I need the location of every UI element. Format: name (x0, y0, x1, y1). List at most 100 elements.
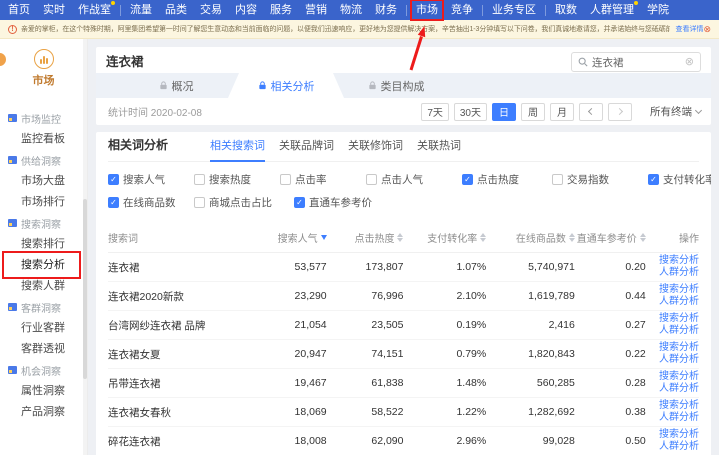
nav-item-home[interactable]: 首页 (8, 0, 30, 20)
col-header-ztc-price[interactable]: 直通车参考价 (575, 224, 646, 253)
sidebar-item-search-crowd[interactable]: 搜索人群 (0, 276, 87, 296)
nav-divider (120, 5, 121, 16)
market-app-icon (34, 49, 54, 69)
folder-icon (8, 303, 17, 311)
sidebar-scrollbar-thumb[interactable] (83, 199, 87, 379)
new-badge-dot (634, 1, 638, 5)
keyword-search-box[interactable]: ⊗ (571, 52, 701, 72)
notice-bar: ! 亲爱的掌柜，在这个特殊时期，阿里集团希望第一时间了解您生意动态和当前面临的问… (0, 20, 719, 39)
nav-item-war-room[interactable]: 作战室 (78, 0, 111, 20)
sidebar-item-search-analysis[interactable]: 搜索分析 (0, 255, 87, 275)
metric-checkbox-trade-index[interactable]: ✓交易指数 (552, 172, 648, 187)
subtab-related-brand-words[interactable]: 关联品牌词 (279, 137, 334, 161)
checkbox-icon: ✓ (194, 197, 205, 208)
sort-icon[interactable] (640, 233, 646, 243)
nav-item-logistics[interactable]: 物流 (340, 0, 362, 20)
subtab-related-modifier-words[interactable]: 关联修饰词 (348, 137, 403, 161)
date-btn-30d[interactable]: 30天 (454, 103, 487, 121)
metric-checkbox-conversion-rate[interactable]: ✓支付转化率 (648, 172, 711, 187)
nav-item-marketing[interactable]: 营销 (305, 0, 327, 20)
sidebar-item-search-ranking[interactable]: 搜索排行 (0, 234, 87, 254)
date-btn-7d[interactable]: 7天 (421, 103, 449, 121)
cell-online-items: 2,416 (486, 311, 575, 340)
stat-time-label: 统计时间 2020-02-08 (108, 104, 202, 119)
tab-related-analysis[interactable]: 相关分析 (228, 73, 344, 98)
subtab-related-hot-words[interactable]: 关联热词 (417, 137, 461, 161)
sidebar-item-attribute-insight[interactable]: 属性洞察 (0, 381, 87, 401)
date-btn-week[interactable]: 周 (521, 103, 545, 121)
search-analysis-link[interactable]: 搜索分析 (659, 429, 699, 441)
sort-icon[interactable] (397, 233, 403, 243)
main-content: 连衣裙 ⊗ 概况 相关分析 (88, 39, 719, 455)
nav-item-trade[interactable]: 交易 (200, 0, 222, 20)
metric-checkbox-ztc-price[interactable]: ✓直通车参考价 (294, 195, 699, 210)
sort-icon[interactable] (569, 233, 575, 243)
sidebar-item-monitor-board[interactable]: 监控看板 (0, 129, 87, 149)
search-analysis-link[interactable]: 搜索分析 (659, 255, 699, 267)
tab-category-composition[interactable]: 类目构成 (344, 73, 448, 98)
lock-icon (368, 81, 377, 90)
metric-checkbox-online-items[interactable]: ✓在线商品数 (108, 195, 194, 210)
search-analysis-link[interactable]: 搜索分析 (659, 400, 699, 412)
search-analysis-link[interactable]: 搜索分析 (659, 342, 699, 354)
metric-checkbox-mall-click-share[interactable]: ✓商城点击占比 (194, 195, 294, 210)
subtab-related-search-words[interactable]: 相关搜索词 (210, 137, 265, 161)
crowd-analysis-link[interactable]: 人群分析 (659, 383, 699, 395)
metric-checkbox-search-popularity[interactable]: ✓搜索人气 (108, 172, 194, 187)
nav-item-service[interactable]: 服务 (270, 0, 292, 20)
nav-item-academy[interactable]: 学院 (647, 0, 669, 20)
date-btn-month[interactable]: 月 (550, 103, 574, 121)
sidebar-item-market-ranking[interactable]: 市场排行 (0, 192, 87, 212)
sort-icon[interactable] (480, 233, 486, 243)
search-analysis-link[interactable]: 搜索分析 (659, 371, 699, 383)
date-btn-day[interactable]: 日 (492, 103, 516, 121)
view-details-link[interactable]: 查看详情 (675, 24, 703, 34)
sidebar-item-industry-customers[interactable]: 行业客群 (0, 318, 87, 338)
tab-overview[interactable]: 概况 (124, 73, 228, 98)
sidebar-item-product-insight[interactable]: 产品洞察 (0, 402, 87, 422)
nav-item-content[interactable]: 内容 (235, 0, 257, 20)
nav-item-traffic[interactable]: 流量 (130, 0, 152, 20)
crowd-analysis-link[interactable]: 人群分析 (659, 412, 699, 424)
checkbox-icon: ✓ (552, 174, 563, 185)
col-header-search-popularity[interactable]: 搜索人气 (250, 224, 327, 253)
crowd-analysis-link[interactable]: 人群分析 (659, 441, 699, 453)
sidebar-item-market-overview[interactable]: 市场大盘 (0, 171, 87, 191)
nav-item-crowd-management[interactable]: 人群管理 (590, 0, 634, 20)
crowd-analysis-link[interactable]: 人群分析 (659, 354, 699, 366)
col-header-conversion[interactable]: 支付转化率 (403, 224, 486, 253)
crowd-analysis-link[interactable]: 人群分析 (659, 325, 699, 337)
terminal-filter-dropdown[interactable]: 所有终端 (650, 104, 701, 119)
warning-icon: ! (8, 25, 17, 34)
nav-item-business-zone[interactable]: 业务专区 (492, 0, 536, 20)
next-date-button[interactable] (608, 103, 632, 121)
cell-keyword: 连衣裙女春秋 (108, 398, 250, 427)
close-icon[interactable]: ⊗ (703, 25, 711, 34)
search-input[interactable] (592, 56, 685, 68)
search-analysis-link[interactable]: 搜索分析 (659, 313, 699, 325)
metric-checkbox-click-rate[interactable]: ✓点击率 (280, 172, 366, 187)
crowd-analysis-link[interactable]: 人群分析 (659, 267, 699, 279)
nav-item-finance[interactable]: 财务 (375, 0, 397, 20)
table-row: 台湾网纱连衣裙 品牌 21,054 23,505 0.19% 2,416 0.2… (108, 311, 699, 340)
metric-checkbox-search-heat[interactable]: ✓搜索热度 (194, 172, 280, 187)
checkbox-icon: ✓ (294, 197, 305, 208)
nav-item-category[interactable]: 品类 (165, 0, 187, 20)
nav-item-data-fetch[interactable]: 取数 (555, 0, 577, 20)
col-header-click-heat[interactable]: 点击热度 (327, 224, 404, 253)
nav-item-market[interactable]: 市场 (416, 0, 438, 20)
clear-icon[interactable]: ⊗ (685, 57, 694, 68)
sidebar-item-customer-perspective[interactable]: 客群透视 (0, 339, 87, 359)
search-analysis-link[interactable]: 搜索分析 (659, 284, 699, 296)
cell-conversion: 0.19% (403, 311, 486, 340)
cell-conversion: 1.07% (403, 253, 486, 282)
nav-item-realtime[interactable]: 实时 (43, 0, 65, 20)
nav-item-competition[interactable]: 竞争 (451, 0, 473, 20)
metric-checkbox-click-heat[interactable]: ✓点击热度 (462, 172, 552, 187)
sort-desc-icon[interactable] (321, 235, 327, 240)
prev-date-button[interactable] (579, 103, 603, 121)
sidebar-app-label: 市场 (0, 72, 87, 88)
col-header-online-items[interactable]: 在线商品数 (486, 224, 575, 253)
crowd-analysis-link[interactable]: 人群分析 (659, 296, 699, 308)
metric-checkbox-click-popularity[interactable]: ✓点击人气 (366, 172, 462, 187)
